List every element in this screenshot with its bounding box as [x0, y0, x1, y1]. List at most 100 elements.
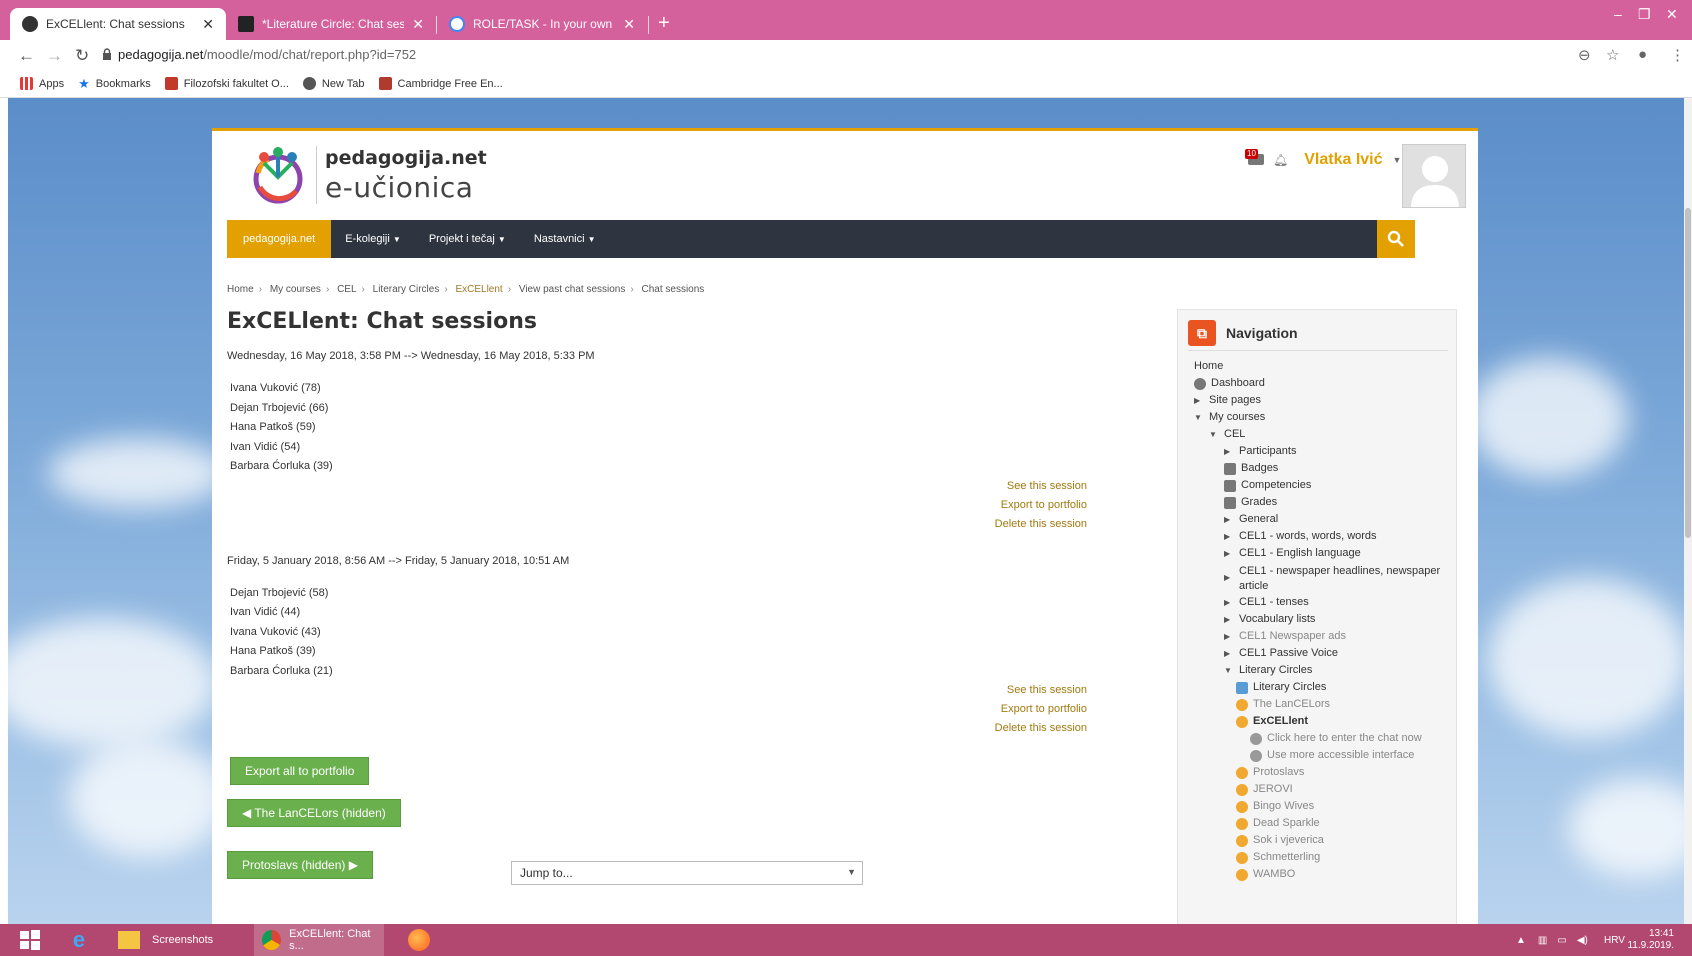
nav-item-cel1-tenses[interactable]: ▶ CEL1 - tenses: [1224, 596, 1309, 608]
chevron-down-icon[interactable]: ▼: [1393, 155, 1402, 165]
start-button[interactable]: [16, 924, 44, 956]
system-clock[interactable]: 13:41 11.9.2019.: [1627, 928, 1674, 952]
nav-item-enter-chat[interactable]: Click here to enter the chat now: [1250, 732, 1422, 745]
export-portfolio-link[interactable]: Export to portfolio: [227, 499, 1087, 518]
avatar[interactable]: [1402, 144, 1466, 208]
nav-item-cel1-passive[interactable]: ▶ CEL1 Passive Voice: [1224, 647, 1338, 659]
bookmark-bookmarks[interactable]: ★ Bookmarks: [78, 76, 151, 92]
nav-item-badges[interactable]: Badges: [1224, 462, 1278, 475]
scrollbar-thumb[interactable]: [1685, 208, 1691, 538]
ie-button[interactable]: e: [64, 924, 94, 956]
nav-item-home[interactable]: Home: [1194, 360, 1223, 372]
breadcrumb-item[interactable]: My courses: [270, 284, 321, 295]
session-date: Friday, 5 January 2018, 8:56 AM --> Frid…: [227, 554, 570, 567]
reload-icon[interactable]: ↻: [75, 46, 89, 66]
nav-item-label: Literary Circles: [1253, 681, 1327, 693]
bookmarks-bar: Apps ★ Bookmarks Filozofski fakultet O..…: [0, 70, 1692, 98]
search-button[interactable]: [1377, 220, 1415, 258]
bell-icon[interactable]: 🔔︎: [1273, 153, 1288, 167]
browser-tab-active[interactable]: ExCELlent: Chat sessions ✕: [10, 8, 226, 40]
tray-arrow-icon: ▲: [1516, 934, 1526, 946]
nav-item-excellent[interactable]: ExCELlent: [1236, 715, 1308, 728]
delete-session-link[interactable]: Delete this session: [227, 518, 1087, 537]
nav-item-dead-sparkle[interactable]: Dead Sparkle: [1236, 817, 1320, 830]
scrollbar[interactable]: [1684, 98, 1692, 924]
menu-icon[interactable]: ⋮: [1670, 46, 1685, 64]
browser-tab-3[interactable]: ROLE/TASK - In your own words. ✕: [437, 8, 647, 40]
export-all-button[interactable]: Export all to portfolio: [230, 757, 370, 785]
url-field[interactable]: pedagogija.net/moodle/mod/chat/report.ph…: [118, 47, 416, 62]
bookmark-apps[interactable]: Apps: [20, 77, 64, 90]
bookmark-cambridge[interactable]: Cambridge Free En...: [378, 77, 503, 90]
nav-item-dashboard[interactable]: Dashboard: [1194, 377, 1265, 390]
nav-item-cel1-words[interactable]: ▶ CEL1 - words, words, words: [1224, 530, 1377, 542]
export-portfolio-link[interactable]: Export to portfolio: [227, 703, 1087, 722]
nav-item-participants[interactable]: ▶ Participants: [1224, 445, 1296, 457]
firefox-button[interactable]: [404, 924, 434, 956]
close-tab-icon[interactable]: ✕: [623, 16, 635, 33]
nav-item-vocabulary[interactable]: ▶ Vocabulary lists: [1224, 613, 1315, 625]
restore-icon[interactable]: ❐: [1638, 6, 1651, 23]
nav-item-protoslavs[interactable]: Protoslavs: [1236, 766, 1304, 779]
browser-tab-2[interactable]: *Literature Circle: Chat sessions ✕: [226, 8, 436, 40]
see-session-link[interactable]: See this session: [227, 480, 1087, 499]
site-brand[interactable]: pedagogija.net e-učionica: [246, 143, 487, 207]
nav-item-lancelors[interactable]: The LanCELors: [1236, 698, 1330, 711]
nav-item-literary-circles-folder[interactable]: Literary Circles: [1236, 681, 1326, 694]
breadcrumb-item[interactable]: Literary Circles: [373, 284, 440, 295]
breadcrumb-item[interactable]: CEL: [337, 284, 356, 295]
nav-nastavnici[interactable]: Nastavnici ▼: [520, 233, 610, 245]
page-title: ExCELlent: Chat sessions: [227, 309, 537, 334]
nav-item-accessible[interactable]: Use more accessible interface: [1250, 749, 1414, 762]
breadcrumb-item[interactable]: ExCELlent: [455, 284, 502, 295]
profile-icon[interactable]: ●: [1638, 46, 1647, 63]
breadcrumb-item[interactable]: Home: [227, 284, 254, 295]
user-name[interactable]: Vlatka Ivić: [1304, 151, 1382, 169]
nav-home-link[interactable]: pedagogija.net: [227, 220, 332, 258]
back-icon[interactable]: ←: [18, 46, 35, 66]
language-indicator[interactable]: HRV: [1604, 924, 1625, 956]
minimize-icon[interactable]: –: [1614, 6, 1622, 22]
breadcrumb-item[interactable]: View past chat sessions: [519, 284, 626, 295]
url-path: /moodle/mod/chat/report.php?id=752: [203, 47, 417, 62]
expand-right-icon: ▶: [1224, 549, 1231, 558]
nav-item-cel1-ads[interactable]: ▶ CEL1 Newspaper ads: [1224, 630, 1346, 642]
nav-item-bingo-wives[interactable]: Bingo Wives: [1236, 800, 1314, 813]
nav-e-kolegiji[interactable]: E-kolegiji ▼: [331, 233, 415, 245]
forward-icon[interactable]: →: [46, 46, 63, 66]
nav-item-cel1-newspaper[interactable]: ▶ CEL1 - newspaper headlines, newspaper ar…: [1224, 564, 1440, 594]
close-window-icon[interactable]: ✕: [1666, 6, 1678, 23]
nav-item-cel[interactable]: ▼ CEL: [1209, 428, 1245, 440]
bookmark-ffos[interactable]: Filozofski fakultet O...: [164, 77, 289, 90]
nav-item-competencies[interactable]: Competencies: [1224, 479, 1311, 492]
tray-icons[interactable]: ▲ ▥ ▭ ◀): [1516, 924, 1588, 956]
nav-item-grades[interactable]: Grades: [1224, 496, 1277, 509]
nav-projekt[interactable]: Projekt i tečaj ▼: [415, 233, 520, 245]
bookmark-new-tab[interactable]: New Tab: [302, 77, 365, 90]
next-activity-button[interactable]: Protoslavs (hidden) ▶: [227, 851, 373, 879]
prev-activity-button[interactable]: ◀ The LanCELors (hidden): [227, 799, 401, 827]
nav-item-sok-i-vjeverica[interactable]: Sok i vjeverica: [1236, 834, 1324, 847]
nav-item-site-pages[interactable]: ▶ Site pages: [1194, 394, 1261, 406]
nav-item-my-courses[interactable]: ▼ My courses: [1194, 411, 1265, 423]
new-tab-icon[interactable]: +: [658, 12, 670, 35]
close-tab-icon[interactable]: ✕: [202, 16, 214, 33]
nav-item-general[interactable]: ▶ General: [1224, 513, 1278, 525]
nav-item-schmetterling[interactable]: Schmetterling: [1236, 851, 1320, 864]
delete-session-link[interactable]: Delete this session: [227, 722, 1087, 741]
nav-item-literary-circles[interactable]: ▼ Literary Circles: [1224, 664, 1312, 676]
see-session-link[interactable]: See this session: [227, 684, 1087, 703]
taskbar-screenshots[interactable]: Screenshots: [114, 924, 234, 956]
nav-item-jerovi[interactable]: JEROVI: [1236, 783, 1293, 796]
jump-to-select[interactable]: Jump to... ▼: [511, 861, 863, 885]
taskbar-chrome[interactable]: ExCELlent: Chat s...: [254, 924, 384, 956]
messages-button[interactable]: 10: [1245, 149, 1264, 167]
close-tab-icon[interactable]: ✕: [412, 16, 424, 33]
page-favicon-icon: [238, 16, 254, 32]
zoom-icon[interactable]: ⊖: [1578, 46, 1591, 64]
pedagogija-logo-icon: [253, 147, 303, 204]
nav-item-cel1-english[interactable]: ▶ CEL1 - English language: [1224, 547, 1361, 559]
nav-item-wambo[interactable]: WAMBO: [1236, 868, 1295, 881]
star-icon[interactable]: ☆: [1606, 46, 1619, 64]
nav-item-label: Schmetterling: [1253, 851, 1321, 863]
